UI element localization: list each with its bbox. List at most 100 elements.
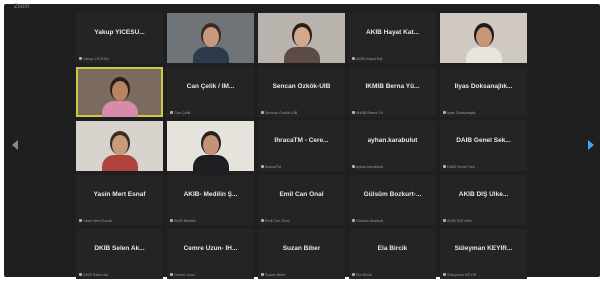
participant-tile[interactable]: DKİB Selen Ak... DKİB Selen Ak xyxy=(76,229,163,279)
muted-mic-icon xyxy=(79,273,82,276)
muted-mic-icon xyxy=(352,57,355,60)
muted-mic-icon xyxy=(443,165,446,168)
participant-name: Ela Bircik xyxy=(377,245,408,252)
muted-mic-icon xyxy=(170,111,173,114)
muted-mic-icon xyxy=(170,273,173,276)
participant-caption-text: Yasin Mert Esnaf xyxy=(83,219,112,223)
participant-caption-text: Emil Can Önal xyxy=(265,219,290,223)
participant-name: Can Çelik / İM... xyxy=(186,83,235,90)
participant-caption: Suzan Biber xyxy=(261,273,342,277)
participant-caption: Yasin Mert Esnaf xyxy=(79,219,160,223)
participant-name: Süleyman KEYİR... xyxy=(454,245,513,252)
participant-tile[interactable]: Yasin Mert Esnaf Yasin Mert Esnaf xyxy=(76,175,163,225)
participant-caption: Yakup YICESU xyxy=(79,57,160,61)
participant-caption: AKİB Medilin xyxy=(170,219,251,223)
participant-caption: AKİB DIŞ Ülke xyxy=(443,219,524,223)
participant-caption-text: DAİB Genel Sek xyxy=(447,165,475,169)
participant-video xyxy=(191,125,231,171)
participant-name: AKİB DIŞ Ülke... xyxy=(458,191,509,198)
participant-tile[interactable]: Suzan Biber Suzan Biber xyxy=(258,229,345,279)
participant-caption: Gülsüm Bozkurt xyxy=(352,219,433,223)
participant-caption: Can Çelik xyxy=(170,111,251,115)
participant-caption: Sencan Özkök-UİB xyxy=(261,111,342,115)
muted-mic-icon xyxy=(352,273,355,276)
participant-tile[interactable]: DAİB Genel Sek... DAİB Genel Sek xyxy=(440,121,527,171)
participant-caption-text: İKMİB Berna Yü xyxy=(356,111,384,115)
participant-video xyxy=(100,71,140,117)
participant-name: Cemre Uzun- İH... xyxy=(183,245,238,252)
muted-mic-icon xyxy=(261,165,264,168)
participant-caption-text: Ela Bircik xyxy=(356,273,372,277)
muted-mic-icon xyxy=(352,165,355,168)
participant-caption: İKMİB Berna Yü xyxy=(352,111,433,115)
participant-name: ayhan.karabulut xyxy=(367,137,418,144)
participant-name: AKİB- Medilin Ş... xyxy=(183,191,238,198)
muted-mic-icon xyxy=(443,111,446,114)
muted-mic-icon xyxy=(261,111,264,114)
participant-caption-text: Can Çelik xyxy=(174,111,191,115)
participant-caption: Cemre Uzun xyxy=(170,273,251,277)
participant-name: AKİB Hayat Kat... xyxy=(365,29,420,36)
participant-caption: ayhan.karabulut xyxy=(352,165,433,169)
participant-name: Suzan Biber xyxy=(282,245,321,252)
participant-tile[interactable]: ayhan.karabulut ayhan.karabulut xyxy=(349,121,436,171)
participant-tile[interactable]: AKİB Hayat Kat... AKİB Hayat Kat xyxy=(349,13,436,63)
participant-tile[interactable]: Cemre Uzun- İH... Cemre Uzun xyxy=(167,229,254,279)
participant-caption: DKİB Selen Ak xyxy=(79,273,160,277)
muted-mic-icon xyxy=(443,219,446,222)
participant-caption: İlyas Doksanajlık xyxy=(443,111,524,115)
participant-tile[interactable]: Sencan Özkök-UİB Sencan Özkök-UİB xyxy=(258,67,345,117)
participant-caption-text: AKİB Medilin xyxy=(174,219,196,223)
participant-caption-text: Suzan Biber xyxy=(265,273,286,277)
participant-name: DKİB Selen Ak... xyxy=(94,245,145,252)
participant-tile[interactable]: İhracaTM - Cere... İhracaTM xyxy=(258,121,345,171)
participant-video xyxy=(100,125,140,171)
participant-tile[interactable]: Gülsüm Bozkurt-... Gülsüm Bozkurt xyxy=(349,175,436,225)
participant-caption-text: İhracaTM xyxy=(265,165,282,169)
participant-caption-text: İlyas Doksanajlık xyxy=(447,111,476,115)
muted-mic-icon xyxy=(170,219,173,222)
muted-mic-icon xyxy=(261,219,264,222)
participant-tile[interactable] xyxy=(258,13,345,63)
participant-caption-text: Sencan Özkök-UİB xyxy=(265,111,298,115)
participant-tile[interactable]: AKİB DIŞ Ülke... AKİB DIŞ Ülke xyxy=(440,175,527,225)
participant-tile[interactable]: Emil Can Önal Emil Can Önal xyxy=(258,175,345,225)
participant-caption-text: Gülsüm Bozkurt xyxy=(356,219,384,223)
participant-caption: DAİB Genel Sek xyxy=(443,165,524,169)
participant-tile[interactable] xyxy=(440,13,527,63)
participant-name: İhracaTM - Cere... xyxy=(274,137,329,144)
participant-tile[interactable]: AKİB- Medilin Ş... AKİB Medilin xyxy=(167,175,254,225)
participant-caption: Süleyman KEYİR xyxy=(443,273,524,277)
participant-caption-text: Cemre Uzun xyxy=(174,273,196,277)
participant-caption: İhracaTM xyxy=(261,165,342,169)
participant-video xyxy=(464,17,504,63)
previous-page-arrow-icon[interactable] xyxy=(12,140,18,150)
participant-tile[interactable] xyxy=(76,67,163,117)
participant-tile[interactable] xyxy=(167,13,254,63)
participant-tile[interactable] xyxy=(76,121,163,171)
participant-caption: Ela Bircik xyxy=(352,273,433,277)
participant-tile[interactable]: Ela Bircik Ela Bircik xyxy=(349,229,436,279)
participant-video xyxy=(282,17,322,63)
participant-name: Gülsüm Bozkurt-... xyxy=(363,191,422,198)
muted-mic-icon xyxy=(443,273,446,276)
participant-gallery: Yakup YICESU... Yakup YICESU AKİB Hayat Ka… xyxy=(76,13,527,279)
participant-tile[interactable]: İlyas Doksanajlık... İlyas Doksanajlık xyxy=(440,67,527,117)
muted-mic-icon xyxy=(352,219,355,222)
muted-mic-icon xyxy=(352,111,355,114)
participant-tile[interactable]: Yakup YICESU... Yakup YICESU xyxy=(76,13,163,63)
participant-tile[interactable]: Can Çelik / İM... Can Çelik xyxy=(167,67,254,117)
participant-caption: Emil Can Önal xyxy=(261,219,342,223)
muted-mic-icon xyxy=(79,57,82,60)
participant-tile[interactable]: İKMİB Berna Yü... İKMİB Berna Yü xyxy=(349,67,436,117)
participant-tile[interactable]: Süleyman KEYİR... Süleyman KEYİR xyxy=(440,229,527,279)
participant-caption-text: ayhan.karabulut xyxy=(356,165,384,169)
muted-mic-icon xyxy=(79,219,82,222)
participant-name: Yasin Mert Esnaf xyxy=(93,191,146,198)
next-page-arrow-icon[interactable] xyxy=(588,140,594,150)
participant-caption-text: Süleyman KEYİR xyxy=(447,273,477,277)
muted-mic-icon xyxy=(261,273,264,276)
participant-caption-text: Yakup YICESU xyxy=(83,57,109,61)
participant-caption-text: AKİB Hayat Kat xyxy=(356,57,383,61)
participant-tile[interactable] xyxy=(167,121,254,171)
